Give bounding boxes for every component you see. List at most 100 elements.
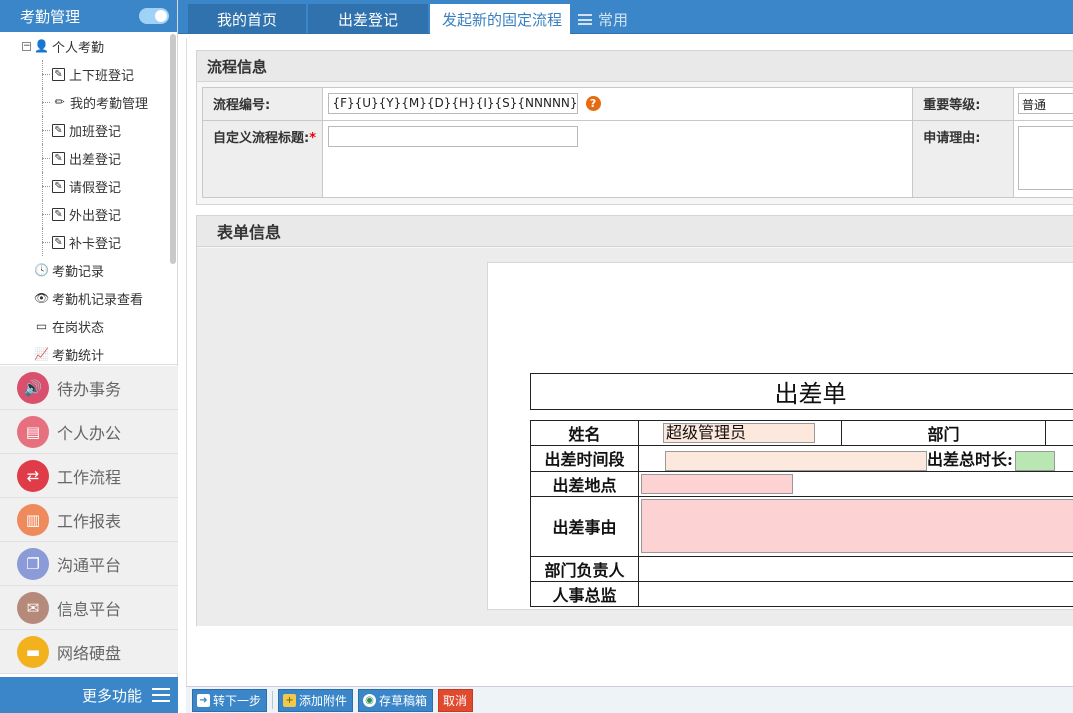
tree-item-leave[interactable]: ✎ 请假登记 <box>0 172 177 200</box>
period-cell: 出差总时长: <box>638 445 1073 472</box>
period-label: 出差时间段 <box>530 445 639 472</box>
duration-label: 出差总时长: <box>927 450 1013 469</box>
reason-label: 出差事由 <box>530 495 639 557</box>
tree-scrollbar[interactable] <box>170 34 176 264</box>
menu-item-label: 沟通平台 <box>57 555 122 575</box>
form-area: 出差单 姓名 超级管理员 部门 出差时间段 出差总时长: 出差地点 出差事由 部… <box>197 248 1073 626</box>
tab-common-label: 常用 <box>598 10 629 29</box>
tree-item-attendance-records[interactable]: 🕓 考勤记录 <box>0 256 177 284</box>
custom-title-text: 自定义流程标题: <box>213 131 310 146</box>
flow-info-heading: 流程信息 <box>197 51 1073 82</box>
tree-item-personal-attendance[interactable]: − 👤 个人考勤 <box>0 32 177 60</box>
tree-item-label: 考勤记录 <box>52 264 105 280</box>
more-functions-label: 更多功能 <box>81 686 142 705</box>
list-icon <box>578 13 592 25</box>
tree-item-machine-records[interactable]: 👁 考勤机记录查看 <box>0 284 177 312</box>
save-draft-button[interactable]: ◉ 存草稿箱 <box>358 688 434 712</box>
tree-item-label: 考勤机记录查看 <box>52 292 144 308</box>
tree-item-label: 考勤统计 <box>52 348 105 364</box>
custom-title-input[interactable] <box>328 126 579 147</box>
bar-chart-icon: ▥ <box>17 503 49 536</box>
tree-item-my-attendance[interactable]: ✏ 我的考勤管理 <box>0 88 177 116</box>
edit-icon: ✎ <box>52 67 65 81</box>
edit-icon: ✎ <box>52 123 65 137</box>
add-attachment-button[interactable]: + 添加附件 <box>278 688 354 712</box>
tab-bar: 我的首页 出差登记 发起新的固定流程 常用 <box>178 0 1073 34</box>
hr-director-label: 人事总监 <box>530 580 639 607</box>
menu-item-label: 信息平台 <box>57 599 122 619</box>
cancel-label: 取消 <box>443 693 468 708</box>
custom-title-cell <box>322 120 914 198</box>
id-card-icon: ▤ <box>17 415 49 448</box>
name-cell: 超级管理员 <box>638 420 842 446</box>
tree-item-on-duty-status[interactable]: ▭ 在岗状态 <box>0 312 177 340</box>
tree-item-label: 外出登记 <box>69 208 122 224</box>
name-input[interactable]: 超级管理员 <box>663 423 815 444</box>
tree-item-card-supplement[interactable]: ✎ 补卡登记 <box>0 228 177 256</box>
save-draft-label: 存草稿箱 <box>379 693 428 708</box>
trip-reason-input[interactable] <box>641 499 1073 553</box>
importance-select[interactable]: 普通 <box>1017 93 1073 114</box>
next-step-icon: ➜ <box>197 693 210 707</box>
dept-label: 部门 <box>841 420 1046 446</box>
speaker-icon: 🔊 <box>17 371 49 404</box>
form-paper: 出差单 姓名 超级管理员 部门 出差时间段 出差总时长: 出差地点 出差事由 部… <box>487 262 1073 610</box>
menu-item-label: 工作报表 <box>57 511 122 531</box>
sidebar-toggle[interactable] <box>139 8 169 24</box>
required-mark: * <box>309 131 317 146</box>
menu-item-network-disk[interactable]: ▬ 网络硬盘 <box>0 630 178 674</box>
tree-item-attendance-stats[interactable]: 📈 考勤统计 <box>0 340 177 364</box>
pencil-icon: ✏ <box>54 94 65 109</box>
importance-label: 重要等级: <box>912 87 1014 121</box>
eye-icon: 👁 <box>34 290 50 305</box>
tab-new-fixed-flow[interactable]: 发起新的固定流程 <box>430 4 570 34</box>
tab-common[interactable]: 常用 <box>578 4 658 34</box>
importance-cell: 普通 <box>1012 87 1073 121</box>
next-step-label: 转下一步 <box>213 693 262 708</box>
tree-item-business-trip[interactable]: ✎ 出差登记 <box>0 144 177 172</box>
bottom-toolbar: ➜ 转下一步 + 添加附件 ◉ 存草稿箱 取消 <box>186 686 1073 713</box>
menu-item-todo[interactable]: 🔊 待办事务 <box>0 366 178 410</box>
menu-icon <box>152 688 170 702</box>
sidebar: 考勤管理 − 👤 个人考勤 ✎ 上下班登记 ✏ 我的考勤管理 ✎ 加班登记 ✎ … <box>0 0 178 713</box>
tree-item-clock-in[interactable]: ✎ 上下班登记 <box>0 60 177 88</box>
name-label: 姓名 <box>530 420 639 446</box>
flow-number-cell: {F}{U}{Y}{M}{D}{H}{I}{S}{NNNNN} ? <box>322 87 914 121</box>
menu-item-workflow[interactable]: ⇄ 工作流程 <box>0 454 178 498</box>
attendance-tree: − 👤 个人考勤 ✎ 上下班登记 ✏ 我的考勤管理 ✎ 加班登记 ✎ 出差登记 … <box>0 32 177 365</box>
reason-label: 申请理由: <box>912 120 1014 198</box>
card-icon: ▭ <box>35 318 48 333</box>
duration-input[interactable] <box>1014 450 1055 471</box>
attachment-icon: + <box>283 693 297 707</box>
form-info-panel: 表单信息 出差单 姓名 超级管理员 部门 出差时间段 出差总时长: 出差地点 出… <box>196 215 1073 626</box>
edit-icon: ✎ <box>52 151 65 165</box>
tree-item-outing[interactable]: ✎ 外出登记 <box>0 200 177 228</box>
help-icon[interactable]: ? <box>585 96 601 111</box>
tab-home[interactable]: 我的首页 <box>188 4 306 34</box>
menu-item-information[interactable]: ✉ 信息平台 <box>0 586 178 630</box>
cancel-button[interactable]: 取消 <box>438 688 474 712</box>
flow-number-input[interactable]: {F}{U}{Y}{M}{D}{H}{I}{S}{NNNNN} <box>328 93 579 114</box>
period-input[interactable] <box>665 450 927 471</box>
swap-icon: ⇄ <box>17 459 49 492</box>
next-step-button[interactable]: ➜ 转下一步 <box>192 688 268 712</box>
tab-business-trip[interactable]: 出差登记 <box>308 4 428 34</box>
more-functions-button[interactable]: 更多功能 <box>0 677 178 713</box>
menu-item-communication[interactable]: ❐ 沟通平台 <box>0 542 178 586</box>
chart-icon: 📈 <box>34 346 49 361</box>
menu-item-label: 待办事务 <box>57 379 122 399</box>
sidebar-title: 考勤管理 <box>20 7 81 26</box>
custom-title-label: 自定义流程标题:* <box>201 120 324 198</box>
menu-item-personal-office[interactable]: ▤ 个人办公 <box>0 410 178 454</box>
clock-icon: 🕓 <box>34 262 49 277</box>
menu-item-reports[interactable]: ▥ 工作报表 <box>0 498 178 542</box>
dept-head-cell <box>638 555 1073 582</box>
reason-textarea[interactable] <box>1017 126 1073 190</box>
collapse-icon[interactable]: − <box>22 41 31 51</box>
person-icon: 👤 <box>34 38 49 53</box>
save-draft-icon: ◉ <box>363 693 377 707</box>
tree-item-overtime[interactable]: ✎ 加班登记 <box>0 116 177 144</box>
disk-icon: ▬ <box>17 635 49 668</box>
tree-item-label: 请假登记 <box>69 180 122 196</box>
place-input[interactable] <box>641 473 793 494</box>
